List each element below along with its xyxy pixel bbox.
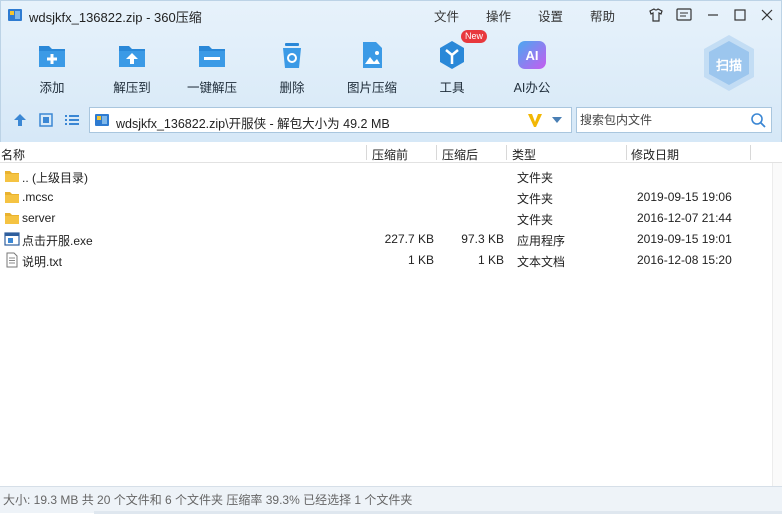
file-date: 2019-09-15 19:01 (637, 232, 732, 246)
close-icon[interactable] (757, 5, 777, 25)
file-packed-size: 1 KB (407, 253, 434, 267)
scan-label: 扫描 (715, 58, 742, 73)
file-row-parent[interactable]: .. (上级目录) 文件夹 (0, 166, 760, 187)
window-title: wdsjkfx_136822.zip - 360压缩 (29, 10, 202, 25)
status-bar: 大小: 19.3 MB 共 20 个文件和 6 个文件夹 压缩率 39.3% 已… (0, 486, 782, 514)
file-row-mcsc[interactable]: .mcsc 文件夹 2019-09-15 19:06 (0, 187, 760, 208)
image-compress-button[interactable]: 图片压缩 (337, 39, 407, 95)
column-separator[interactable] (626, 145, 627, 160)
search-box[interactable] (576, 107, 772, 133)
file-packed-size: 227.7 KB (384, 232, 434, 246)
folder-icon (4, 189, 20, 205)
one-click-extract-button[interactable]: 一键解压 (177, 39, 247, 95)
file-date: 2016-12-08 15:20 (637, 253, 732, 267)
v-brand-icon[interactable] (526, 111, 544, 129)
tools-label: 工具 (439, 81, 465, 95)
vertical-scrollbar[interactable] (772, 163, 782, 486)
text-file-icon (4, 252, 20, 268)
tools-button[interactable]: New 工具 (417, 30, 488, 95)
file-type: 文件夹 (517, 171, 554, 185)
extract-to-button[interactable]: 解压到 (97, 39, 167, 95)
address-path: wdsjkfx_136822.zip\开服侠 - 解包大小为 49.2 MB (116, 117, 390, 131)
column-header: 名称 压缩前 压缩后 类型 修改日期 (0, 142, 782, 163)
extract-to-label: 解压到 (113, 81, 151, 95)
file-name: 点击开服.exe (22, 234, 93, 248)
zip-archive-icon (94, 112, 110, 128)
file-row-txt[interactable]: 说明.txt 1 KB 1 KB 文本文档 2016-12-08 15:20 (0, 250, 760, 271)
extract-to-icon (116, 39, 148, 71)
delete-button[interactable]: 删除 (257, 39, 327, 95)
minimize-icon[interactable] (703, 5, 723, 25)
delete-label: 删除 (279, 81, 305, 95)
column-separator[interactable] (506, 145, 507, 160)
delete-icon (276, 39, 308, 71)
file-date: 2016-12-07 21:44 (637, 211, 732, 225)
column-name[interactable]: 名称 (1, 146, 25, 163)
skin-icon[interactable] (646, 5, 666, 25)
menu-help[interactable]: 帮助 (590, 6, 615, 25)
menu-file[interactable]: 文件 (434, 6, 459, 25)
column-separator[interactable] (750, 145, 751, 160)
header-area: wdsjkfx_136822.zip - 360压缩 文件 操作 设置 帮助 添… (0, 0, 782, 142)
column-separator[interactable] (366, 145, 367, 160)
file-orig-size: 97.3 KB (461, 232, 504, 246)
file-orig-size: 1 KB (477, 253, 504, 267)
column-type[interactable]: 类型 (512, 146, 536, 163)
file-name: server (22, 211, 56, 225)
ai-office-button[interactable]: AI AI办公 (497, 39, 567, 95)
feedback-icon[interactable] (674, 5, 694, 25)
tools-icon (436, 39, 468, 71)
menu-operation[interactable]: 操作 (486, 6, 511, 25)
exe-icon (4, 231, 20, 247)
file-row-exe[interactable]: 点击开服.exe 227.7 KB 97.3 KB 应用程序 2019-09-1… (0, 229, 760, 250)
ai-office-label: AI办公 (513, 81, 551, 95)
column-orig[interactable]: 压缩后 (442, 146, 478, 163)
file-type: 文本文档 (517, 255, 566, 269)
ai-office-icon: AI (516, 39, 548, 71)
folder-icon (4, 210, 20, 226)
address-bar[interactable]: wdsjkfx_136822.zip\开服侠 - 解包大小为 49.2 MB (89, 107, 572, 133)
image-compress-icon (356, 39, 388, 71)
new-badge: New (461, 30, 488, 43)
file-name: .mcsc (22, 190, 54, 204)
up-level-icon[interactable] (12, 112, 28, 128)
ai-icon-text: AI (526, 48, 539, 63)
add-label: 添加 (39, 81, 65, 95)
maximize-icon[interactable] (730, 5, 750, 25)
app-logo-icon (7, 7, 23, 23)
file-name: 说明.txt (22, 255, 63, 269)
one-click-extract-label: 一键解压 (186, 81, 237, 95)
column-separator[interactable] (436, 145, 437, 160)
title-bar: wdsjkfx_136822.zip - 360压缩 文件 操作 设置 帮助 (1, 1, 782, 29)
one-click-extract-icon (196, 39, 228, 71)
file-name: .. (上级目录) (22, 171, 88, 185)
search-input[interactable] (580, 111, 740, 129)
file-date: 2019-09-15 19:06 (637, 190, 732, 204)
image-compress-label: 图片压缩 (346, 81, 397, 95)
column-date[interactable]: 修改日期 (631, 146, 679, 163)
file-row-server[interactable]: server 文件夹 2016-12-07 21:44 (0, 208, 760, 229)
column-packed[interactable]: 压缩前 (372, 146, 408, 163)
search-icon[interactable] (750, 112, 766, 128)
thumbnail-view-icon[interactable] (38, 112, 54, 128)
folder-icon (4, 168, 20, 184)
scan-button[interactable]: 扫描 (699, 33, 759, 93)
add-icon (36, 39, 68, 71)
file-type: 文件夹 (517, 192, 554, 206)
list-view-icon[interactable] (64, 112, 80, 128)
file-type: 应用程序 (517, 234, 566, 248)
add-button[interactable]: 添加 (17, 39, 87, 95)
file-type: 文件夹 (517, 213, 554, 227)
menu-settings[interactable]: 设置 (538, 6, 563, 25)
status-text: 大小: 19.3 MB 共 20 个文件和 6 个文件夹 压缩率 39.3% 已… (3, 493, 413, 507)
address-dropdown-icon[interactable] (552, 117, 562, 123)
